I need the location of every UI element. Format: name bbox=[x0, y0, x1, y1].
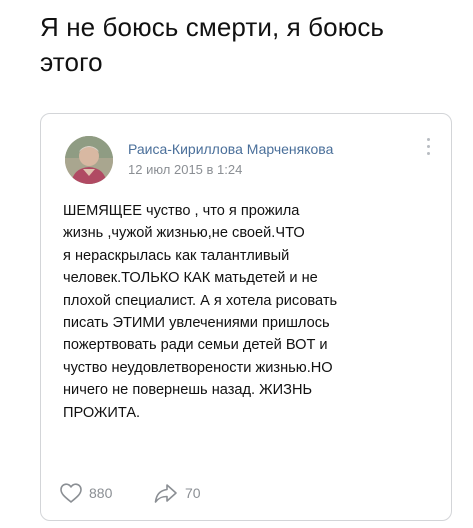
post-text-line: плохой специалист. А я хотела рисовать bbox=[63, 292, 338, 309]
post-text-line: ничего не повернешь назад. ЖИЗНЬ bbox=[63, 382, 313, 399]
post-text-line: жизнь ,чужой жизнью,не своей.ЧТО bbox=[63, 225, 305, 242]
more-dots-icon[interactable] bbox=[423, 138, 433, 162]
headline-line-1: Я не боюсь смерти, я боюсь bbox=[40, 12, 385, 42]
share-arrow-icon bbox=[154, 484, 177, 503]
post-text-line: я нераскрылась как талантливый bbox=[63, 247, 290, 264]
post-text-line: пожертвовать ради семьи детей ВОТ и bbox=[63, 337, 328, 354]
post-text-line: человек.ТОЛЬКО КАК матьдетей и не bbox=[63, 270, 318, 287]
avatar[interactable] bbox=[65, 136, 113, 184]
post-text: ШЕМЯЩЕЕ чуство , что я прожила жизнь ,чу… bbox=[63, 200, 443, 424]
headline-line-2: этого bbox=[40, 47, 103, 77]
post-text-line: ШЕМЯЩЕЕ чуство , что я прожила bbox=[63, 203, 300, 219]
heart-icon bbox=[60, 483, 82, 503]
shares-count: 70 bbox=[185, 485, 201, 501]
author-name-link[interactable]: Раиса-Кириллова Марченякова bbox=[128, 141, 333, 157]
post-text-line: писать ЭТИМИ увлечениями пришлось bbox=[63, 315, 330, 332]
avatar-photo bbox=[65, 136, 113, 184]
like-button[interactable]: 880 bbox=[59, 482, 112, 504]
share-button[interactable]: 70 bbox=[153, 482, 201, 504]
likes-count: 880 bbox=[89, 485, 113, 501]
post-date[interactable]: 12 июл 2015 в 1:24 bbox=[128, 162, 242, 177]
post-text-line: ПРОЖИТА. bbox=[63, 404, 141, 421]
post-text-line: чуство неудовлетворености жизнью.НО bbox=[63, 359, 333, 376]
post-card: Раиса-Кириллова Марченякова 12 июл 2015 … bbox=[40, 113, 452, 521]
headline: Я не боюсь смерти, я боюсь этого bbox=[40, 10, 460, 80]
